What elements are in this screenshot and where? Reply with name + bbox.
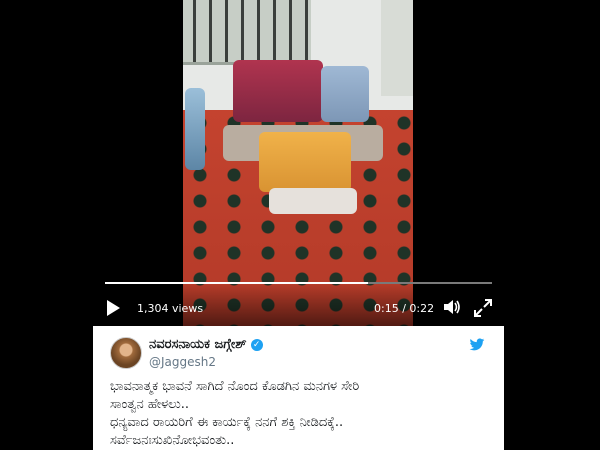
yellow-sacks [259,132,351,192]
verified-badge-icon: ✓ [250,339,263,351]
video-player[interactable]: 1,304 views 0:15 / 0:22 [93,0,504,326]
white-sack [269,188,357,214]
volume-icon[interactable] [442,298,462,316]
avatar[interactable] [110,337,142,369]
twitter-bird-icon[interactable] [469,338,485,352]
view-count: 1,304 views [137,302,204,315]
play-icon[interactable] [107,300,120,316]
display-name-text: ನವರಸನಾಯಕ ಜಗ್ಗೇಶ್ [149,337,247,352]
progress-bar[interactable] [105,282,492,284]
fullscreen-icon[interactable] [473,298,493,318]
jar [185,88,205,170]
tweet-line: ಸರ್ವೆಜನಃಸುಖಿನೋಭವಂತು.. [110,433,235,448]
tweet-line: ಭಾವನಾತ್ಮಕ ಭಾವನೆ ಸಾಗಿದೆ ನೊಂದ ಕೊಡಗಿನ ಮನಗಳ … [110,379,360,394]
display-name[interactable]: ನವರಸನಾಯಕ ಜಗ್ಗೇಶ್ ✓ [149,337,263,352]
rice-sack-stack [233,60,323,122]
doorway [381,0,413,96]
time-display: 0:15 / 0:22 [374,302,435,315]
tweet-card: 1,304 views 0:15 / 0:22 ನವರಸನಾಯಕ ಜಗ್ಗೇಶ್… [93,0,504,450]
video-frame [183,0,413,326]
progress-fill [105,282,369,284]
tweet-line: ಸಾಂತ್ವನ ಹೇಳಲು.. [110,397,189,412]
tweet-line: ಧನ್ಯವಾದ ರಾಯರಿಗೆ ಈ ಕಾರ್ಯಕ್ಕೆ ನನಗೆ ಶಕ್ತಿ ನ… [110,415,344,430]
user-handle[interactable]: @Jaggesh2 [149,355,216,369]
window-grille [183,0,311,65]
rice-sack-stack-blue [321,66,369,122]
tweet-text: ಭಾವನಾತ್ಮಕ ಭಾವನೆ ಸಾಗಿದೆ ನೊಂದ ಕೊಡಗಿನ ಮನಗಳ … [110,378,490,450]
